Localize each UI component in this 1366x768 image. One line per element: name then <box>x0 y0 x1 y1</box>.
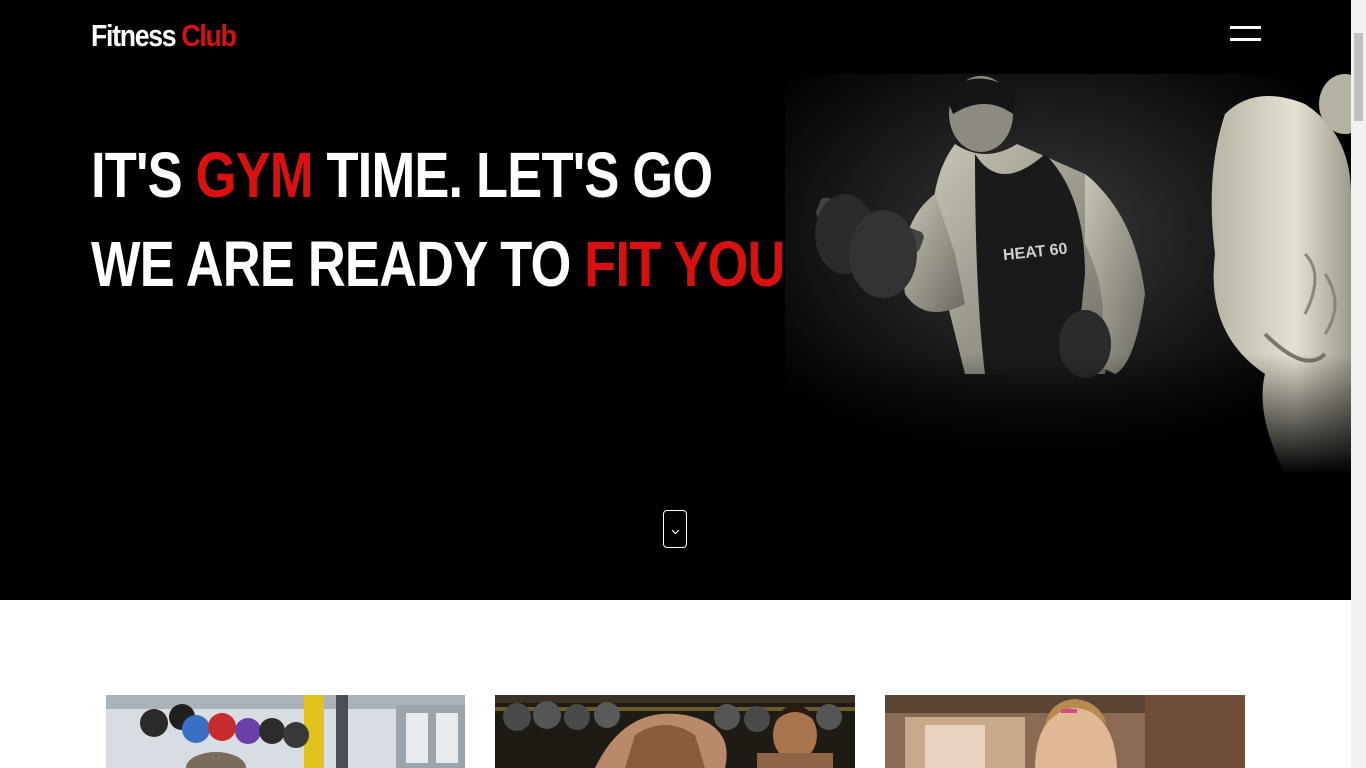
hamburger-menu-icon[interactable] <box>1230 26 1261 42</box>
hero-headline-line-2: WE ARE READY TO FIT YOU <box>91 232 785 296</box>
headline-text: WE ARE READY TO <box>91 228 585 300</box>
hero-headline-line-1: IT'S GYM TIME. LET'S GO <box>91 143 713 207</box>
headline-text: TIME. LET'S GO <box>312 139 713 211</box>
page-scrollbar[interactable] <box>1351 0 1366 768</box>
site-logo[interactable]: Fitness Club <box>91 18 237 54</box>
page: Fitness Club IT'S GYM TIME. LET'S GO WE … <box>0 0 1366 768</box>
scrollbar-thumb[interactable] <box>1354 33 1363 121</box>
menu-bar-top <box>1230 26 1261 29</box>
logo-text-club: Club <box>181 18 236 53</box>
logo-text-fitness: Fitness <box>91 18 177 53</box>
chevron-down-icon <box>671 529 680 535</box>
headline-highlight-gym: GYM <box>195 139 314 211</box>
headline-highlight-fit-you: FIT YOU <box>584 228 785 300</box>
hero-section: Fitness Club IT'S GYM TIME. LET'S GO WE … <box>0 0 1351 600</box>
scroll-down-button[interactable] <box>663 510 687 548</box>
hero-bodybuilders-image: HEAT 60 <box>785 74 1351 474</box>
feature-card-gym-balls[interactable] <box>106 695 465 768</box>
feature-card-woman-training[interactable] <box>885 695 1245 768</box>
menu-bar-bottom <box>1230 38 1261 41</box>
headline-text: IT'S <box>91 139 196 211</box>
feature-card-dumbbells[interactable] <box>495 695 855 768</box>
